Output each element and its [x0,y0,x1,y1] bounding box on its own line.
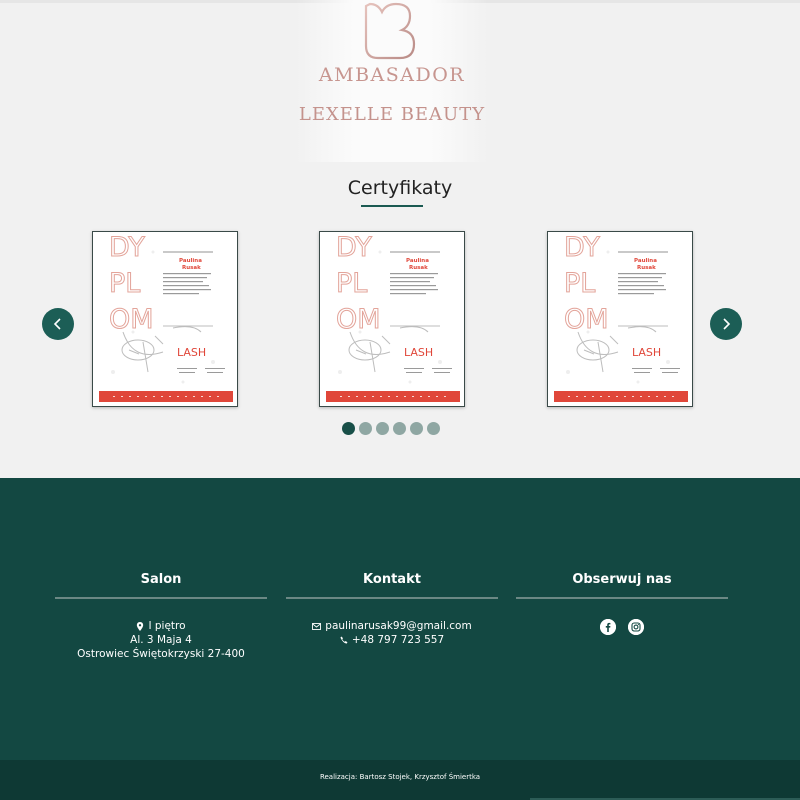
follow-divider [516,597,728,599]
ambassador-title: AMBASADOR [318,64,466,86]
ambassador-badge: AMBASADOR LEXELLE BEAUTY [296,0,488,162]
top-section: AMBASADOR LEXELLE BEAUTY Certyfikaty DY … [0,0,800,478]
carousel-dot[interactable] [410,422,423,435]
email-row[interactable]: paulinarusak99@gmail.com [286,619,498,633]
contact-details: paulinarusak99@gmail.com +48 797 723 557 [286,619,498,647]
instagram-icon[interactable] [628,619,644,635]
carousel-dot[interactable] [342,422,355,435]
heading-underline [361,205,423,207]
contact-divider [286,597,498,599]
cert-letters-1: DY [109,232,145,263]
certificate-card[interactable]: DY PL OM Paulina Rusak LASH [547,231,693,407]
facebook-icon[interactable] [600,619,616,635]
cert-letters-2: PL [336,268,367,299]
certificates-heading: Certyfikaty [347,177,453,199]
social-icons [516,619,728,635]
credits-bar: Realizacja: Bartosz Stojek, Krzysztof Śm… [0,760,800,800]
salon-title: Salon [140,572,182,587]
carousel-dots [342,422,440,435]
social-links [516,619,728,635]
certificate-image: DY PL OM Paulina Rusak LASH [548,232,692,406]
heart-logo-icon [364,2,416,60]
footer-salon-column: Salon I piętro Al. 3 Maja 4 Ostrowiec Św… [55,572,267,661]
footer: Salon I piętro Al. 3 Maja 4 Ostrowiec Św… [0,478,800,760]
cert-letters-2: PL [109,268,140,299]
street-text: Al. 3 Maja 4 [130,634,192,646]
cert-name-last: Rusak [409,265,428,271]
cert-letters-3: OM [336,304,381,335]
city-text: Ostrowiec Świętokrzyski 27-400 [77,648,245,660]
cert-letters-2: PL [564,268,595,299]
cert-letters-3: OM [564,304,609,335]
carousel-dot[interactable] [393,422,406,435]
email-link[interactable]: paulinarusak99@gmail.com [325,619,471,633]
certificate-card[interactable]: DY PL OM Paulina Rusak LASH [92,231,238,407]
footer-contact-column: Kontakt paulinarusak99@gmail.com +48 797… [286,572,498,647]
location-pin-icon [137,621,144,631]
phone-icon [340,636,348,644]
cert-name-last: Rusak [182,265,201,271]
ambassador-subtitle: LEXELLE BEAUTY [298,104,486,125]
cert-brand: LASH [632,346,661,359]
chevron-left-icon [53,318,61,330]
cert-letters-3: OM [109,304,154,335]
floor-row: I piętro [55,619,267,633]
cert-name-first: Paulina [179,258,202,264]
carousel-next-button[interactable] [710,308,742,340]
salon-address: I piętro Al. 3 Maja 4 Ostrowiec Świętokr… [55,619,267,661]
credits-text: Realizacja: Bartosz Stojek, Krzysztof Śm… [319,773,481,781]
carousel-dot[interactable] [427,422,440,435]
city-row: Ostrowiec Świętokrzyski 27-400 [55,647,267,661]
street-row: Al. 3 Maja 4 [55,633,267,647]
cert-name-last: Rusak [637,265,656,271]
certificate-card[interactable]: DY PL OM Paulina Rusak LASH [319,231,465,407]
chevron-right-icon [723,318,731,330]
cert-brand: LASH [177,346,206,359]
cert-letters-1: DY [336,232,372,263]
phone-link[interactable]: +48 797 723 557 [352,633,444,647]
footer-follow-column: Obserwuj nas [516,572,728,635]
phone-row[interactable]: +48 797 723 557 [286,633,498,647]
carousel-prev-button[interactable] [42,308,74,340]
carousel-dot[interactable] [376,422,389,435]
follow-title: Obserwuj nas [572,572,672,587]
contact-title: Kontakt [363,572,421,587]
carousel-dot[interactable] [359,422,372,435]
cert-letters-1: DY [564,232,600,263]
certificate-image: DY PL OM Paulina Rusak LASH [93,232,237,406]
cert-name-first: Paulina [406,258,429,264]
cert-brand: LASH [404,346,433,359]
certificate-image: DY PL OM Paulina Rusak LASH [320,232,464,406]
cert-name-first: Paulina [634,258,657,264]
envelope-icon [312,622,322,630]
floor-text: I piętro [148,620,186,632]
salon-divider [55,597,267,599]
